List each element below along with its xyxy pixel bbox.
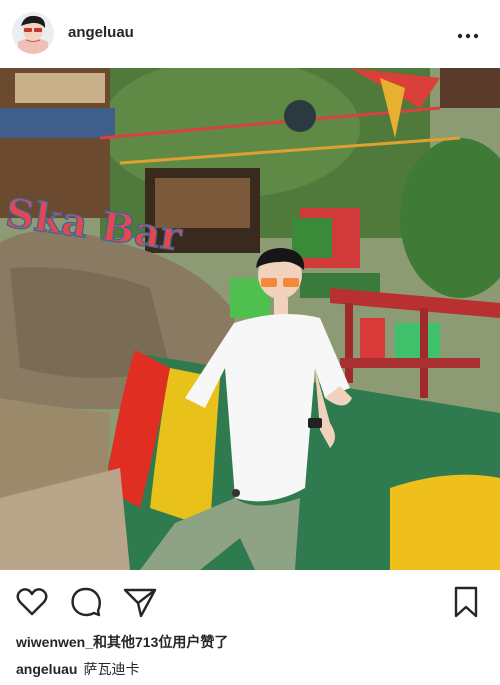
more-options-icon[interactable] (456, 28, 480, 39)
likes-count[interactable]: wiwenwen_和其他713位用户赞了 (16, 632, 228, 652)
photo-scene: Ska Bar (0, 68, 500, 570)
bookmark-icon[interactable] (448, 584, 484, 620)
comment-icon[interactable] (68, 584, 104, 620)
caption: angeluau 萨瓦迪卡 (16, 659, 139, 679)
caption-text: 萨瓦迪卡 (83, 661, 140, 677)
author-username[interactable]: angeluau (68, 24, 134, 41)
avatar[interactable] (12, 12, 54, 54)
heart-icon[interactable] (14, 584, 50, 620)
caption-username[interactable]: angeluau (16, 661, 77, 677)
avatar-image (12, 12, 54, 54)
post-photo[interactable]: Ska Bar (0, 68, 500, 570)
post-actions (0, 580, 500, 624)
paper-plane-icon[interactable] (122, 584, 158, 620)
post-header: angeluau (0, 0, 500, 66)
